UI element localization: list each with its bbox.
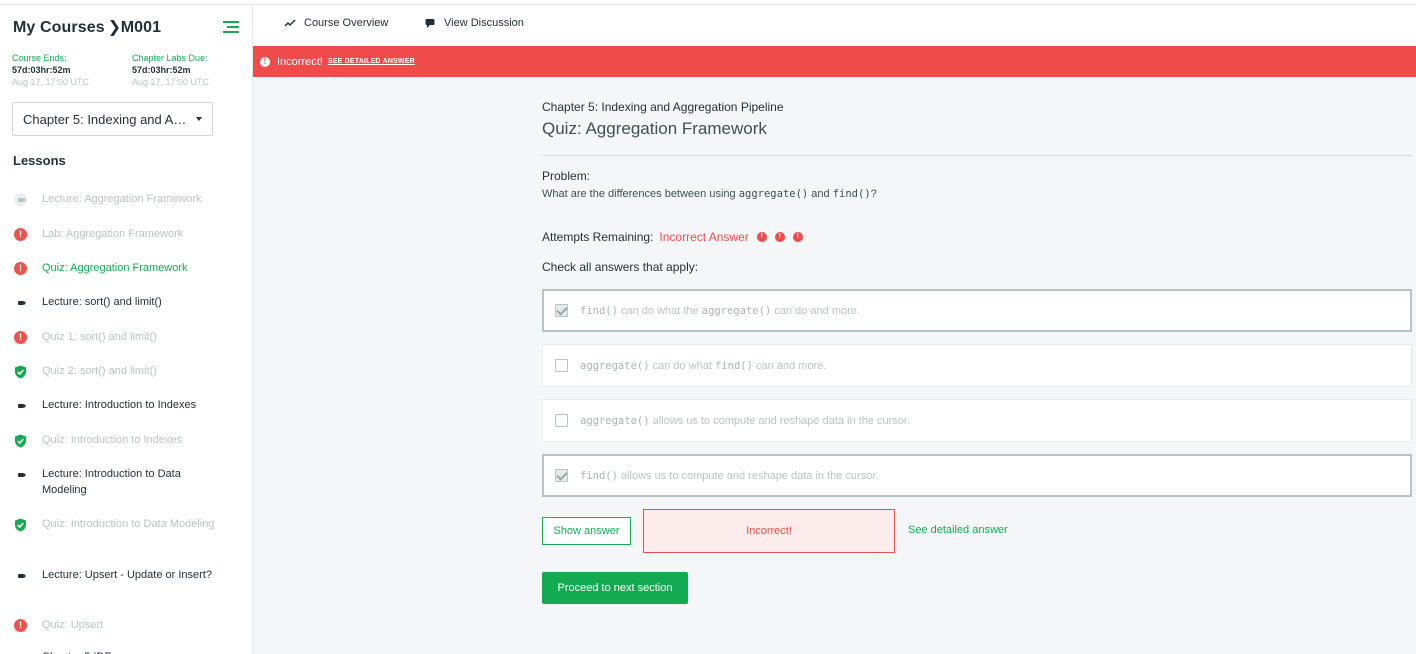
- sidebar-lesson-label: Quiz 1: sort() and limit(): [42, 331, 157, 343]
- attempt-error-icon: !: [756, 232, 767, 242]
- proceed-next-section-button[interactable]: Proceed to next section: [542, 572, 688, 604]
- divider: [542, 155, 1412, 156]
- answer-option-text: aggregate() can do what find() can and m…: [580, 359, 827, 372]
- sidebar-lesson-item[interactable]: ! Quiz: Upsert: [0, 609, 252, 643]
- lessons-heading: Lessons: [13, 153, 66, 168]
- main-content: Chapter 5: Indexing and Aggregation Pipe…: [253, 77, 1416, 654]
- answer-checkbox-checked[interactable]: [555, 304, 568, 317]
- see-detailed-answer-link[interactable]: See detailed answer: [908, 524, 1008, 536]
- sidebar-lesson-label: Lecture: Introduction to Data Modeling: [42, 468, 181, 496]
- sidebar-lesson-label: Quiz: Introduction to Indexes: [42, 434, 183, 446]
- course-overview-link[interactable]: Course Overview: [284, 17, 388, 29]
- check-shield-icon: [14, 365, 27, 379]
- error-icon: !: [14, 331, 27, 344]
- sidebar-lesson-item[interactable]: Quiz 2: sort() and limit(): [0, 355, 252, 389]
- sidebar-lesson-item[interactable]: Quiz: Introduction to Data Modeling: [0, 508, 252, 542]
- sidebar-lesson-item[interactable]: Lecture: Upsert - Update or Insert?: [0, 559, 252, 593]
- sidebar-lesson-item[interactable]: ! Lab: Aggregation Framework: [0, 218, 252, 252]
- breadcrumb-my-courses[interactable]: My Courses: [13, 19, 105, 36]
- answer-option[interactable]: find() can do what the aggregate() can d…: [542, 289, 1412, 332]
- video-icon: [14, 569, 27, 582]
- sidebar-lesson-label: Quiz: Introduction to Data Modeling: [42, 518, 215, 530]
- attempts-label: Attempts Remaining:: [542, 230, 654, 244]
- quiz-actions: Show answer Incorrect! See detailed answ…: [542, 509, 1412, 554]
- sidebar-lesson-item[interactable]: ! Quiz 1: sort() and limit(): [0, 321, 252, 355]
- answer-option[interactable]: find() allows us to compute and reshape …: [542, 454, 1412, 497]
- page-title: Quiz: Aggregation Framework: [542, 119, 767, 138]
- attempts-status: Incorrect Answer: [659, 230, 749, 244]
- sidebar-lesson-label: Lab: Aggregation Framework: [42, 228, 184, 240]
- problem-label: Problem:: [542, 169, 591, 183]
- incorrect-banner: ! Incorrect! SEE DETAILED ANSWER: [253, 46, 1416, 77]
- attempt-error-icon: !: [792, 232, 803, 242]
- trend-icon: [284, 19, 296, 27]
- result-incorrect-box: Incorrect!: [643, 509, 895, 553]
- sidebar-lesson-item[interactable]: Quiz: Introduction to Indexes: [0, 424, 252, 458]
- error-icon: !: [14, 228, 27, 241]
- show-answer-button[interactable]: Show answer: [542, 517, 631, 545]
- sidebar-lesson-label: Chapter 5 IDE: [42, 649, 222, 654]
- sidebar-lesson-item[interactable]: Lecture: Introduction to Indexes: [0, 389, 252, 423]
- labs-due-date: Aug 17, 17:00 UTC: [132, 77, 210, 87]
- check-shield-icon: [14, 518, 27, 532]
- course-ends-date: Aug 17, 17:00 UTC: [12, 77, 90, 87]
- problem-text: What are the differences between using a…: [542, 188, 877, 200]
- sidebar-lesson-label: Lecture: Aggregation Framework: [42, 193, 202, 205]
- check-all-label: Check all answers that apply:: [542, 260, 699, 274]
- error-icon: !: [14, 262, 27, 275]
- collapse-sidebar-icon[interactable]: [223, 21, 239, 35]
- chapter-labs-due: Chapter Labs Due: 57d:03hr:52m Aug 17, 1…: [132, 52, 242, 88]
- sidebar-lesson-label: Lecture: sort() and limit(): [42, 296, 162, 308]
- attempt-error-icon: !: [774, 232, 785, 242]
- answer-option-text: aggregate() allows us to compute and res…: [580, 414, 911, 427]
- sidebar-lesson-label: Lecture: Upsert - Update or Insert?: [42, 569, 212, 581]
- sidebar-lesson-item[interactable]: Lecture: Introduction to Data Modeling: [0, 458, 252, 496]
- answer-checkbox[interactable]: [555, 359, 568, 372]
- sidebar-lesson-label: Quiz: Aggregation Framework: [42, 262, 188, 274]
- labs-due-label: Chapter Labs Due:: [132, 53, 208, 63]
- view-discussion-label: View Discussion: [444, 17, 524, 29]
- video-icon: [14, 468, 27, 481]
- course-ends: Course Ends: 57d:03hr:52m Aug 17, 17:00 …: [12, 52, 122, 88]
- top-nav: Course Overview View Discussion: [254, 5, 1416, 46]
- answer-option-text: find() allows us to compute and reshape …: [580, 469, 879, 482]
- error-icon: !: [260, 56, 270, 67]
- chevron-right-icon: ❯: [107, 19, 122, 36]
- deadlines: Course Ends: 57d:03hr:52m Aug 17, 17:00 …: [12, 52, 242, 92]
- sidebar-lesson-item[interactable]: Chapter 5 IDE: [0, 641, 252, 654]
- banner-text: Incorrect!: [277, 55, 323, 68]
- breadcrumb: My Courses ❯M001: [13, 17, 243, 37]
- answer-option[interactable]: aggregate() can do what find() can and m…: [542, 344, 1412, 387]
- breadcrumb-course-code: M001: [120, 19, 162, 36]
- banner-detailed-answer-link[interactable]: SEE DETAILED ANSWER: [328, 58, 415, 65]
- check-shield-icon: [14, 434, 27, 448]
- course-ends-label: Course Ends:: [12, 53, 67, 63]
- sidebar-lesson-item[interactable]: Lecture: sort() and limit(): [0, 286, 252, 320]
- sidebar-lesson-label: Quiz 2: sort() and limit(): [42, 365, 157, 377]
- answer-checkbox-checked[interactable]: [555, 469, 568, 482]
- course-overview-label: Course Overview: [304, 17, 389, 29]
- chapter-select[interactable]: Chapter 5: Indexing and Aggregation Pipe…: [12, 102, 213, 136]
- sidebar: My Courses ❯M001 Course Ends: 57d:03hr:52…: [0, 5, 253, 654]
- sidebar-lesson-item[interactable]: Lecture: Aggregation Framework: [0, 183, 252, 217]
- answer-option[interactable]: aggregate() allows us to compute and res…: [542, 399, 1412, 442]
- labs-due-countdown: 57d:03hr:52m: [132, 65, 191, 75]
- answer-option-text: find() can do what the aggregate() can d…: [580, 304, 860, 317]
- view-discussion-link[interactable]: View Discussion: [425, 17, 524, 29]
- chapter-select-value: Chapter 5: Indexing and Aggregation Pipe…: [23, 111, 188, 127]
- video-icon: [14, 193, 27, 206]
- error-icon: !: [14, 619, 27, 632]
- chevron-down-icon: [196, 117, 202, 121]
- chat-icon: [425, 19, 435, 28]
- course-ends-countdown: 57d:03hr:52m: [12, 65, 71, 75]
- sidebar-header: My Courses ❯M001: [13, 17, 243, 39]
- chapter-name: Chapter 5: Indexing and Aggregation Pipe…: [542, 100, 784, 114]
- sidebar-lesson-label: Quiz: Upsert: [42, 619, 104, 631]
- video-icon: [14, 296, 27, 309]
- answer-checkbox[interactable]: [555, 414, 568, 427]
- sidebar-lesson-item[interactable]: ! Quiz: Aggregation Framework: [0, 252, 252, 286]
- video-icon: [14, 399, 27, 412]
- sidebar-lesson-label: Lecture: Introduction to Indexes: [42, 399, 197, 411]
- attempts-remaining: Attempts Remaining: Incorrect Answer ! !…: [542, 230, 811, 244]
